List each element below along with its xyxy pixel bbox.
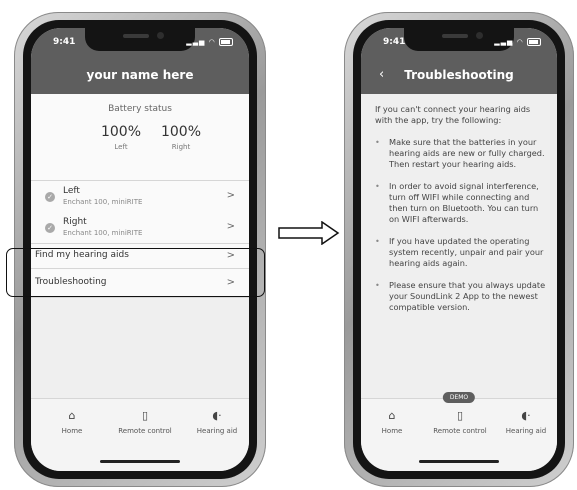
battery-right-label: Right [171,143,191,151]
tab-remote-control[interactable]: ▯ Remote control [110,409,180,435]
tab-hearing-aid[interactable]: ◖· Hearing aid [182,409,249,435]
list-item: Please ensure that you always update you… [375,280,547,313]
battery-status-title: Battery status [108,104,172,114]
list-item: Make sure that the batteries in your hea… [375,137,547,170]
tab-label: Hearing aid [196,427,238,435]
tab-bar: ⌂ Home ▯ Remote control ◖· Hearing aid [31,398,249,471]
arrow-right-icon [278,221,340,245]
troubleshooting-highlight-box [6,248,265,297]
home-icon: ⌂ [68,409,76,422]
right-phone-bezel: 9:41 ▂▃▅ ◠ ‹ Troubleshooting If you can'… [353,20,565,479]
page-title: your name here [86,68,194,82]
battery-right: 100% Right [151,124,211,151]
home-icon: ⌂ [388,409,396,422]
battery-right-value: 100% [160,124,202,140]
signal-icon: ▂▃▅ [186,38,206,46]
app-header: 9:41 ▂▃▅ ◠ your name here [31,28,249,94]
hearing-aid-icon: ◖· [521,409,531,422]
tab-label: Remote control [433,427,487,435]
check-icon: ✓ [45,192,55,202]
notch [85,28,195,51]
right-phone-frame: 9:41 ▂▃▅ ◠ ‹ Troubleshooting If you can'… [344,12,574,487]
battery-icon [527,38,541,46]
right-phone-screen: 9:41 ▂▃▅ ◠ ‹ Troubleshooting If you can'… [361,28,557,471]
list-item: In order to avoid signal interference, t… [375,181,547,225]
tab-label: Remote control [118,427,172,435]
battery-left: 100% Left [91,124,151,151]
tips-list: Make sure that the batteries in your hea… [375,137,547,313]
chevron-right-icon: > [226,221,235,232]
battery-icon [219,38,233,46]
remote-control-icon: ▯ [141,409,149,422]
tab-bar: DEMO ⌂ Home ▯ Remote control ◖· Hearing … [361,392,557,471]
device-row-right[interactable]: ✓ Right Enchant 100, miniRITE > [31,212,249,244]
battery-status-card: Battery status 100% Left 100% Right [31,94,249,181]
battery-left-value: 100% [100,124,142,140]
signal-icon: ▂▃▅ [494,38,514,46]
device-subtitle: Enchant 100, miniRITE [63,198,143,206]
status-time: 9:41 [53,37,76,47]
wifi-icon: ◠ [208,38,216,46]
hearing-aid-icon: ◖· [212,409,222,422]
tab-home[interactable]: ⌂ Home [361,409,427,435]
chevron-right-icon: > [226,190,235,201]
tab-label: Hearing aid [505,427,547,435]
remote-control-icon: ▯ [456,409,464,422]
tab-hearing-aid[interactable]: ◖· Hearing aid [491,409,557,435]
tab-label: Home [61,427,83,435]
status-icons: ▂▃▅ ◠ [494,38,541,46]
home-indicator [100,460,180,463]
wifi-icon: ◠ [516,38,524,46]
tab-home[interactable]: ⌂ Home [37,409,107,435]
device-title: Right [63,217,87,227]
demo-badge: DEMO [442,392,476,403]
status-time: 9:41 [383,37,406,47]
troubleshooting-content: If you can't connect your hearing aids w… [375,104,547,324]
tab-remote-control[interactable]: ▯ Remote control [425,409,495,435]
tab-label: Home [381,427,403,435]
check-icon: ✓ [45,223,55,233]
device-title: Left [63,186,80,196]
intro-text: If you can't connect your hearing aids w… [375,104,531,125]
home-indicator [419,460,499,463]
battery-left-label: Left [114,143,128,151]
device-row-left[interactable]: ✓ Left Enchant 100, miniRITE > [31,181,249,213]
list-item: If you have updated the operating system… [375,236,547,269]
app-header: 9:41 ▂▃▅ ◠ ‹ Troubleshooting [361,28,557,94]
device-subtitle: Enchant 100, miniRITE [63,229,143,237]
page-title: Troubleshooting [404,68,514,82]
status-icons: ▂▃▅ ◠ [186,38,233,46]
